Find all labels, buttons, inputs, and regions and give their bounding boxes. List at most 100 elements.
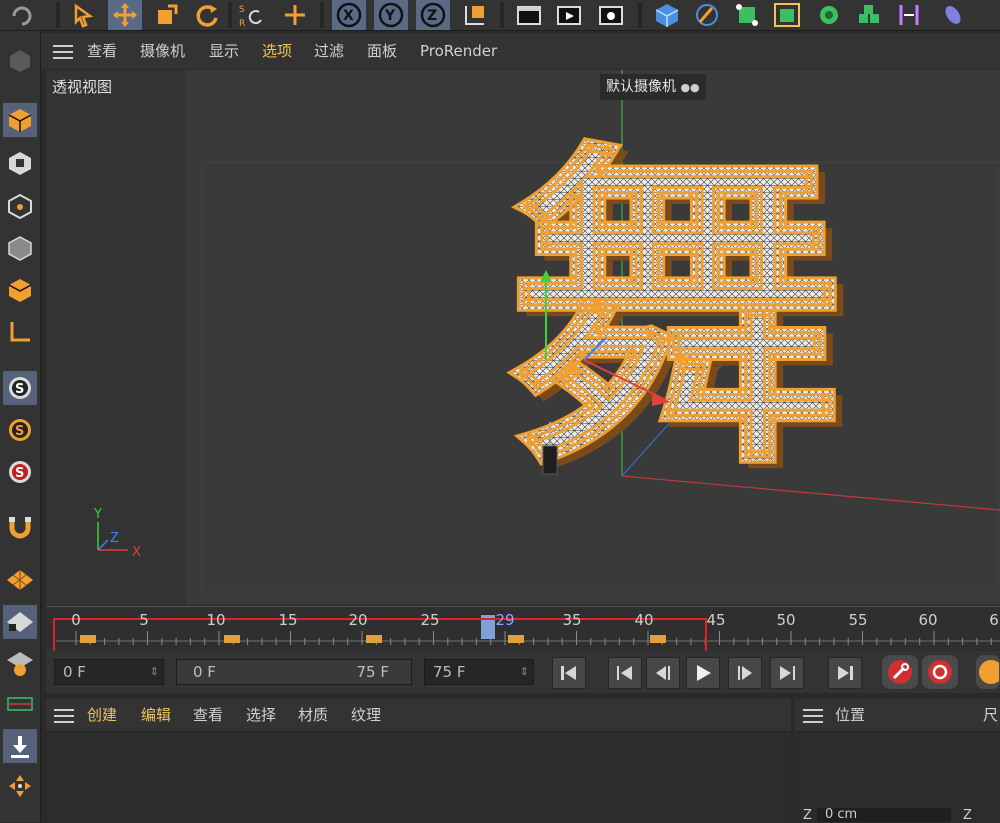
scene-icon [945, 6, 961, 24]
menu-options[interactable]: 选项 [262, 33, 292, 69]
scene-button[interactable] [936, 0, 970, 30]
position-tab[interactable]: 位置 [835, 699, 865, 731]
snap-enable-button[interactable]: S [3, 455, 37, 489]
undo-view-button[interactable] [3, 43, 37, 77]
keyframe-selection-button[interactable] [976, 655, 1000, 689]
menu-view[interactable]: 查看 [87, 33, 117, 69]
stepper-icon[interactable]: ⇕ [520, 660, 529, 684]
locked-workplane-button[interactable] [3, 605, 37, 639]
keyframe[interactable] [650, 635, 666, 643]
preview-range-slider[interactable]: 0 F 75 F [176, 659, 412, 685]
snap-button[interactable]: S [3, 371, 37, 405]
cloner-button[interactable] [812, 0, 846, 30]
texture-mode-button[interactable] [3, 146, 37, 180]
coordinates-panel-menu: 位置 尺 [795, 699, 1000, 732]
scale-tool-button[interactable] [150, 0, 184, 30]
snap-settings-button[interactable]: S [3, 413, 37, 447]
subdivision-button[interactable] [730, 0, 764, 30]
magnet-button[interactable] [3, 509, 37, 543]
camera-object-icon[interactable] [542, 445, 558, 475]
play-icon [697, 665, 711, 681]
menu-edit[interactable]: 编辑 [141, 699, 171, 731]
tick-label: 6 [989, 611, 999, 629]
model-mode-button[interactable] [3, 103, 37, 137]
move-tool-button[interactable] [108, 0, 142, 30]
menu-panel[interactable]: 面板 [367, 33, 397, 69]
selection-tool-button[interactable] [66, 0, 100, 30]
download-button[interactable] [3, 729, 37, 763]
current-frame-field[interactable]: 0 F ⇕ [54, 659, 164, 685]
menu-select[interactable]: 选择 [246, 699, 276, 731]
edges-mode-button[interactable] [3, 231, 37, 265]
grid-button[interactable] [3, 563, 37, 597]
coordinate-system-button[interactable]: SR [234, 0, 270, 30]
manager-menu-icon[interactable] [54, 709, 74, 723]
perspective-viewport[interactable]: 透视视图 舞 舞 Y Z X 默认摄像机 ●● [46, 70, 1000, 605]
tick-label: 20 [348, 611, 368, 629]
end-frame-field[interactable]: 75 F ⇕ [424, 659, 534, 685]
play-button[interactable] [686, 657, 720, 689]
polygons-mode-button[interactable] [3, 273, 37, 307]
menu-view-manager[interactable]: 查看 [193, 699, 223, 731]
render-view-button[interactable] [552, 0, 586, 30]
camera-selector[interactable]: 默认摄像机 ●● [600, 74, 706, 100]
viewport-menu-icon[interactable] [53, 45, 73, 59]
tick-label: 55 [848, 611, 868, 629]
z-axis-button[interactable]: Z [416, 0, 450, 30]
render-settings-button[interactable] [594, 0, 628, 30]
previous-frame-button[interactable] [646, 657, 680, 689]
go-to-end-button[interactable] [828, 657, 862, 689]
cube-button[interactable] [650, 0, 684, 30]
menu-prorender[interactable]: ProRender [420, 33, 497, 69]
next-frame-button[interactable] [728, 657, 762, 689]
rotate-icon [196, 5, 218, 27]
z-position-field[interactable]: 0 cm [817, 808, 951, 822]
size-tab[interactable]: 尺 [983, 699, 998, 731]
add-button[interactable] [278, 0, 312, 30]
model-mode-icon [8, 109, 32, 132]
menu-texture[interactable]: 纹理 [351, 699, 381, 731]
menu-display[interactable]: 显示 [209, 33, 239, 69]
svg-text:S: S [15, 382, 24, 397]
record-keys-button[interactable] [882, 655, 918, 689]
keyframe[interactable] [366, 635, 382, 643]
bend-button[interactable] [892, 0, 926, 30]
tick-label-current: 29 [495, 611, 515, 629]
material-manager-area[interactable] [46, 732, 791, 822]
rotate-tool-button[interactable] [190, 0, 224, 30]
keyframe[interactable] [508, 635, 524, 643]
move-tool-side-button[interactable] [3, 769, 37, 803]
previous-key-button[interactable] [608, 657, 642, 689]
x-axis-button[interactable]: X [332, 0, 366, 30]
tick-label: 35 [562, 611, 582, 629]
array-button[interactable] [770, 0, 804, 30]
autokeying-button[interactable] [922, 655, 958, 689]
points-mode-button[interactable] [3, 189, 37, 223]
menu-filter[interactable]: 过滤 [314, 33, 344, 69]
undo-icon [10, 50, 30, 72]
workplane-button[interactable] [3, 647, 37, 681]
y-axis-button[interactable]: Y [374, 0, 408, 30]
deformer-button[interactable] [852, 0, 886, 30]
keyframes[interactable] [80, 635, 666, 643]
go-to-start-icon [561, 666, 576, 680]
render-region-button[interactable] [512, 0, 546, 30]
keyframe[interactable] [224, 635, 240, 643]
axis-mode-button[interactable] [3, 315, 37, 349]
plane-button[interactable] [3, 687, 37, 721]
menu-camera[interactable]: 摄像机 [140, 33, 185, 69]
menu-material[interactable]: 材质 [298, 699, 328, 731]
edges-mode-icon [8, 236, 32, 261]
coordinates-menu-icon[interactable] [803, 709, 823, 723]
keyframe[interactable] [80, 635, 96, 643]
undo-button[interactable] [6, 0, 40, 30]
pen-button[interactable] [690, 0, 724, 30]
world-coordinates-button[interactable] [458, 0, 492, 30]
stepper-icon[interactable]: ⇕ [150, 660, 159, 684]
end-frame-value: 75 F [433, 663, 466, 681]
menu-create[interactable]: 创建 [87, 699, 117, 731]
array-icon [774, 3, 800, 27]
go-to-start-button[interactable] [552, 657, 586, 689]
timeline[interactable]: 0 5 10 15 20 25 29 35 40 45 50 55 60 6 [46, 606, 1000, 651]
next-key-button[interactable] [770, 657, 804, 689]
